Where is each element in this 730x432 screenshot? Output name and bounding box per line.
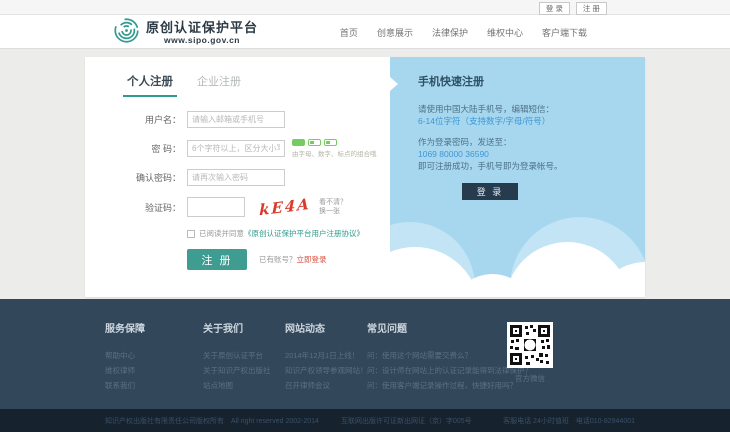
mobile-instruction-1: 请使用中国大陆手机号，编辑短信：	[418, 103, 563, 115]
register-submit-button[interactable]: 注 册	[187, 249, 247, 270]
footer-col-title: 服务保障	[105, 320, 203, 335]
mobile-instruction-2: 6-14位字符（支持数字/字母/符号）	[418, 115, 563, 127]
login-hint-prefix: 已有账号？	[259, 255, 297, 264]
footer-link[interactable]: 关于原创认证平台	[203, 348, 285, 363]
captcha-row: 验证码： kE4A 看不清？ 换一张	[121, 197, 390, 217]
username-label: 用户名：	[121, 113, 187, 126]
mobile-panel-title: 手机快速注册	[418, 73, 484, 89]
main-area: 个人注册 企业注册 用户名： 密 码：	[0, 48, 730, 299]
tab-personal-register[interactable]: 个人注册	[123, 73, 177, 97]
footer-link[interactable]: 维权律师	[105, 363, 203, 378]
captcha-label: 验证码：	[121, 201, 187, 214]
site-title: 原创认证保护平台	[146, 21, 258, 35]
login-hint: 已有账号？立即登录	[259, 254, 327, 265]
footer-col-title: 关于我们	[203, 320, 285, 335]
register-form: 用户名： 密 码： 由字母、数字、标点的组合哦	[85, 97, 390, 270]
header: 原创认证保护平台 www.sipo.gov.cn 首页 创意展示 法律保护 维权…	[0, 15, 730, 48]
password-row: 密 码： 由字母、数字、标点的组合哦	[121, 139, 390, 158]
confirm-password-input[interactable]	[187, 169, 285, 186]
password-label: 密 码：	[121, 142, 187, 155]
footer-col-title: 网站动态	[285, 320, 367, 335]
captcha-input[interactable]	[187, 197, 245, 217]
submit-row: 注 册 已有账号？立即登录	[187, 249, 390, 270]
confirm-password-label: 确认密码：	[121, 171, 187, 184]
qr-caption: 官方微信	[505, 373, 555, 384]
username-input[interactable]	[187, 111, 285, 128]
agreement-link[interactable]: 《原创认证保护平台用户注册协议》	[244, 228, 364, 239]
register-tabs: 个人注册 企业注册	[85, 57, 390, 97]
nav-legal-protection[interactable]: 法律保护	[432, 26, 468, 39]
license-text: 互联网出版许可证新出网证（京）字005号	[341, 416, 472, 426]
page: 登 录 注 册 原创认证保护平台 www.sipo.gov.cn	[0, 0, 730, 432]
qr-code-image	[507, 322, 553, 368]
top-auth-buttons: 登 录 注 册	[539, 2, 607, 15]
main-nav: 首页 创意展示 法律保护 维权中心 客户端下载	[340, 26, 587, 39]
footer-link[interactable]: 召开律师会议	[285, 378, 367, 393]
agreement-row: 已阅读并同意 《原创认证保护平台用户注册协议》	[187, 228, 390, 239]
site-url: www.sipo.gov.cn	[146, 35, 258, 45]
username-row: 用户名：	[121, 111, 390, 128]
mobile-panel-body: 请使用中国大陆手机号，编辑短信： 6-14位字符（支持数字/字母/符号） 作为登…	[418, 103, 563, 172]
nav-client-download[interactable]: 客户端下载	[542, 26, 587, 39]
strength-bar	[324, 139, 337, 146]
strength-bars	[292, 139, 377, 146]
mobile-login-button[interactable]: 登 录	[462, 183, 518, 200]
register-card: 个人注册 企业注册 用户名： 密 码：	[85, 57, 645, 297]
password-strength-meter: 由字母、数字、标点的组合哦	[292, 139, 377, 158]
panel-notch	[390, 77, 398, 91]
agreement-checkbox[interactable]	[187, 230, 195, 238]
captcha-refresh-question: 看不清？	[319, 198, 347, 207]
confirm-password-row: 确认密码：	[121, 169, 390, 186]
password-hint: 由字母、数字、标点的组合哦	[292, 148, 377, 158]
footer-link[interactable]: 问：使用客户端记录操作过程，快捷好用吗？	[367, 378, 517, 393]
login-now-link[interactable]: 立即登录	[297, 255, 327, 264]
strength-bar	[308, 139, 321, 146]
footer-link[interactable]: 2014年12月1日上线！	[285, 348, 367, 363]
cloud-base	[390, 287, 645, 297]
service-phone-text: 客服电话 24小时值班 电话010-82944001	[503, 416, 635, 426]
nav-rights-center[interactable]: 维权中心	[487, 26, 523, 39]
register-form-pane: 个人注册 企业注册 用户名： 密 码：	[85, 57, 390, 297]
mobile-instruction-4: 即可注册成功，手机号即为登录帐号。	[418, 160, 563, 172]
footer: 服务保障 帮助中心 维权律师 联系我们 关于我们 关于原创认证平台 关于知识产权…	[0, 299, 730, 409]
footer-link[interactable]: 帮助中心	[105, 348, 203, 363]
top-login-button[interactable]: 登 录	[539, 2, 570, 15]
footer-link[interactable]: 问：设计师在网站上的认证记录能得到法律保护？	[367, 363, 517, 378]
footer-col-title: 常见问题	[367, 320, 517, 335]
captcha-refresh-link[interactable]: 换一张	[319, 207, 347, 216]
logo-text: 原创认证保护平台 www.sipo.gov.cn	[146, 21, 258, 45]
site-logo[interactable]: 原创认证保护平台 www.sipo.gov.cn	[113, 17, 258, 49]
top-register-button[interactable]: 注 册	[576, 2, 607, 15]
copyright-text: 知识产权出版社有限责任公司版权所有 All right reserved 200…	[105, 416, 319, 426]
footer-col-service: 服务保障 帮助中心 维权律师 联系我们	[105, 320, 203, 409]
footer-col-about: 关于我们 关于原创认证平台 关于知识产权出版社 站点地图	[203, 320, 285, 409]
password-input[interactable]	[187, 140, 285, 157]
mobile-instruction-3: 作为登录密码，发送至：	[418, 136, 563, 148]
sms-number: 1069 80000 36590	[418, 148, 563, 160]
footer-col-news: 网站动态 2014年12月1日上线！ 知识产权领导参观网站！ 召开律师会议	[285, 320, 367, 409]
footer-link[interactable]: 关于知识产权出版社	[203, 363, 285, 378]
nav-creative-show[interactable]: 创意展示	[377, 26, 413, 39]
top-strip: 登 录 注 册	[0, 0, 730, 15]
nav-home[interactable]: 首页	[340, 26, 358, 39]
captcha-refresh: 看不清？ 换一张	[319, 198, 347, 216]
tab-company-register[interactable]: 企业注册	[197, 73, 241, 89]
footer-link[interactable]: 联系我们	[105, 378, 203, 393]
footer-col-faq: 常见问题 问：使用这个网站需要交费么？ 问：设计师在网站上的认证记录能得到法律保…	[367, 320, 517, 409]
fingerprint-icon	[113, 17, 140, 49]
captcha-image[interactable]: kE4A	[259, 198, 311, 217]
footer-link[interactable]: 站点地图	[203, 378, 285, 393]
footer-link[interactable]: 知识产权领导参观网站！	[285, 363, 367, 378]
footer-link[interactable]: 问：使用这个网站需要交费么？	[367, 348, 517, 363]
mobile-register-panel: 手机快速注册 请使用中国大陆手机号，编辑短信： 6-14位字符（支持数字/字母/…	[390, 57, 645, 297]
wechat-qr-block: 官方微信	[505, 322, 555, 384]
bottom-bar: 知识产权出版社有限责任公司版权所有 All right reserved 200…	[0, 409, 730, 432]
strength-bar	[292, 139, 305, 146]
captcha-text: kE4A	[259, 194, 311, 218]
agreement-prefix: 已阅读并同意	[199, 228, 244, 239]
